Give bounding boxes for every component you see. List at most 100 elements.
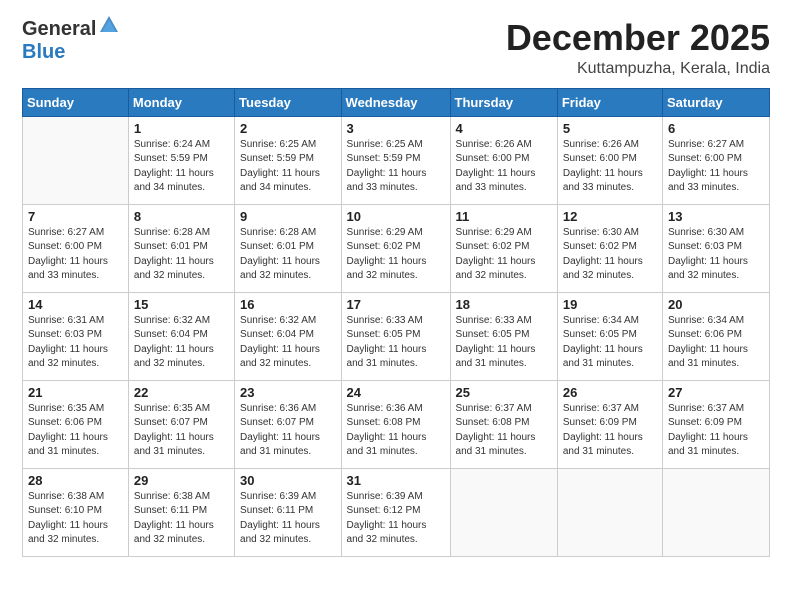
calendar-cell: 21 Sunrise: 6:35 AMSunset: 6:06 PMDayligh… bbox=[23, 380, 129, 468]
day-info: Sunrise: 6:27 AMSunset: 6:00 PMDaylight:… bbox=[668, 138, 764, 196]
logo-blue-text: Blue bbox=[22, 41, 65, 63]
calendar-cell bbox=[662, 468, 769, 556]
day-number: 22 bbox=[134, 385, 229, 400]
day-number: 25 bbox=[456, 385, 552, 400]
day-number: 1 bbox=[134, 121, 229, 136]
day-number: 15 bbox=[134, 297, 229, 312]
logo-general-text: General bbox=[22, 18, 96, 41]
calendar-cell bbox=[23, 116, 129, 204]
calendar-cell: 19 Sunrise: 6:34 AMSunset: 6:05 PMDayligh… bbox=[557, 292, 662, 380]
day-info: Sunrise: 6:35 AMSunset: 6:07 PMDaylight:… bbox=[134, 402, 229, 460]
location: Kuttampuzha, Kerala, India bbox=[506, 60, 770, 78]
calendar-cell: 28 Sunrise: 6:38 AMSunset: 6:10 PMDayligh… bbox=[23, 468, 129, 556]
day-number: 26 bbox=[563, 385, 657, 400]
weekday-header: Thursday bbox=[450, 88, 557, 116]
calendar-cell: 30 Sunrise: 6:39 AMSunset: 6:11 PMDayligh… bbox=[235, 468, 341, 556]
calendar-cell bbox=[557, 468, 662, 556]
calendar-cell: 26Sunrise: 6:37 AMSunset: 6:09 PMDayligh… bbox=[557, 380, 662, 468]
day-number: 17 bbox=[347, 297, 445, 312]
day-number: 27 bbox=[668, 385, 764, 400]
calendar-cell: 2 Sunrise: 6:25 AMSunset: 5:59 PMDaylight… bbox=[235, 116, 341, 204]
calendar-header-row: SundayMondayTuesdayWednesdayThursdayFrid… bbox=[23, 88, 770, 116]
calendar-cell bbox=[450, 468, 557, 556]
calendar-cell: 18 Sunrise: 6:33 AMSunset: 6:05 PMDayligh… bbox=[450, 292, 557, 380]
calendar-cell: 13Sunrise: 6:30 AMSunset: 6:03 PMDayligh… bbox=[662, 204, 769, 292]
day-info: Sunrise: 6:25 AMSunset: 5:59 PMDaylight:… bbox=[347, 138, 445, 196]
title-block: December 2025 Kuttampuzha, Kerala, India bbox=[506, 18, 770, 78]
day-number: 6 bbox=[668, 121, 764, 136]
day-info: Sunrise: 6:29 AMSunset: 6:02 PMDaylight:… bbox=[347, 226, 445, 284]
month-title: December 2025 bbox=[506, 18, 770, 58]
day-info: Sunrise: 6:34 AMSunset: 6:05 PMDaylight:… bbox=[563, 314, 657, 372]
day-info: Sunrise: 6:33 AMSunset: 6:05 PMDaylight:… bbox=[456, 314, 552, 372]
day-info: Sunrise: 6:38 AMSunset: 6:10 PMDaylight:… bbox=[28, 490, 123, 548]
calendar-cell: 22 Sunrise: 6:35 AMSunset: 6:07 PMDayligh… bbox=[128, 380, 234, 468]
day-number: 13 bbox=[668, 209, 764, 224]
day-number: 11 bbox=[456, 209, 552, 224]
calendar-cell: 8 Sunrise: 6:28 AMSunset: 6:01 PMDaylight… bbox=[128, 204, 234, 292]
day-number: 21 bbox=[28, 385, 123, 400]
day-number: 10 bbox=[347, 209, 445, 224]
calendar-cell: 6 Sunrise: 6:27 AMSunset: 6:00 PMDaylight… bbox=[662, 116, 769, 204]
day-info: Sunrise: 6:36 AMSunset: 6:08 PMDaylight:… bbox=[347, 402, 445, 460]
week-row: 1 Sunrise: 6:24 AMSunset: 5:59 PMDaylight… bbox=[23, 116, 770, 204]
calendar-cell: 14 Sunrise: 6:31 AMSunset: 6:03 PMDayligh… bbox=[23, 292, 129, 380]
logo-icon bbox=[98, 14, 120, 41]
day-number: 5 bbox=[563, 121, 657, 136]
calendar-cell: 29Sunrise: 6:38 AMSunset: 6:11 PMDayligh… bbox=[128, 468, 234, 556]
day-info: Sunrise: 6:28 AMSunset: 6:01 PMDaylight:… bbox=[134, 226, 229, 284]
weekday-header: Saturday bbox=[662, 88, 769, 116]
weekday-header: Tuesday bbox=[235, 88, 341, 116]
calendar-cell: 16 Sunrise: 6:32 AMSunset: 6:04 PMDayligh… bbox=[235, 292, 341, 380]
day-number: 12 bbox=[563, 209, 657, 224]
day-number: 18 bbox=[456, 297, 552, 312]
day-info: Sunrise: 6:31 AMSunset: 6:03 PMDaylight:… bbox=[28, 314, 123, 372]
day-info: Sunrise: 6:30 AMSunset: 6:02 PMDaylight:… bbox=[563, 226, 657, 284]
day-info: Sunrise: 6:33 AMSunset: 6:05 PMDaylight:… bbox=[347, 314, 445, 372]
day-number: 8 bbox=[134, 209, 229, 224]
day-info: Sunrise: 6:29 AMSunset: 6:02 PMDaylight:… bbox=[456, 226, 552, 284]
day-number: 2 bbox=[240, 121, 335, 136]
calendar-cell: 4 Sunrise: 6:26 AMSunset: 6:00 PMDaylight… bbox=[450, 116, 557, 204]
day-number: 28 bbox=[28, 473, 123, 488]
calendar-cell: 25Sunrise: 6:37 AMSunset: 6:08 PMDayligh… bbox=[450, 380, 557, 468]
day-info: Sunrise: 6:25 AMSunset: 5:59 PMDaylight:… bbox=[240, 138, 335, 196]
day-number: 31 bbox=[347, 473, 445, 488]
day-number: 29 bbox=[134, 473, 229, 488]
day-number: 3 bbox=[347, 121, 445, 136]
day-info: Sunrise: 6:37 AMSunset: 6:09 PMDaylight:… bbox=[668, 402, 764, 460]
calendar-cell: 11 Sunrise: 6:29 AMSunset: 6:02 PMDayligh… bbox=[450, 204, 557, 292]
day-info: Sunrise: 6:39 AMSunset: 6:11 PMDaylight:… bbox=[240, 490, 335, 548]
calendar-cell: 9 Sunrise: 6:28 AMSunset: 6:01 PMDaylight… bbox=[235, 204, 341, 292]
day-info: Sunrise: 6:35 AMSunset: 6:06 PMDaylight:… bbox=[28, 402, 123, 460]
header: General Blue December 2025 Kuttampuzha, … bbox=[22, 18, 770, 78]
calendar-cell: 7Sunrise: 6:27 AMSunset: 6:00 PMDaylight… bbox=[23, 204, 129, 292]
day-info: Sunrise: 6:24 AMSunset: 5:59 PMDaylight:… bbox=[134, 138, 229, 196]
weekday-header: Monday bbox=[128, 88, 234, 116]
day-number: 30 bbox=[240, 473, 335, 488]
day-number: 14 bbox=[28, 297, 123, 312]
calendar-cell: 24Sunrise: 6:36 AMSunset: 6:08 PMDayligh… bbox=[341, 380, 450, 468]
week-row: 14 Sunrise: 6:31 AMSunset: 6:03 PMDayligh… bbox=[23, 292, 770, 380]
day-number: 9 bbox=[240, 209, 335, 224]
calendar-cell: 17 Sunrise: 6:33 AMSunset: 6:05 PMDayligh… bbox=[341, 292, 450, 380]
day-number: 20 bbox=[668, 297, 764, 312]
day-number: 16 bbox=[240, 297, 335, 312]
day-info: Sunrise: 6:39 AMSunset: 6:12 PMDaylight:… bbox=[347, 490, 445, 548]
day-info: Sunrise: 6:28 AMSunset: 6:01 PMDaylight:… bbox=[240, 226, 335, 284]
calendar-cell: 1 Sunrise: 6:24 AMSunset: 5:59 PMDaylight… bbox=[128, 116, 234, 204]
day-number: 7 bbox=[28, 209, 123, 224]
day-info: Sunrise: 6:32 AMSunset: 6:04 PMDaylight:… bbox=[240, 314, 335, 372]
day-number: 19 bbox=[563, 297, 657, 312]
day-info: Sunrise: 6:32 AMSunset: 6:04 PMDaylight:… bbox=[134, 314, 229, 372]
calendar-cell: 31 Sunrise: 6:39 AMSunset: 6:12 PMDayligh… bbox=[341, 468, 450, 556]
calendar-cell: 3 Sunrise: 6:25 AMSunset: 5:59 PMDaylight… bbox=[341, 116, 450, 204]
page: General Blue December 2025 Kuttampuzha, … bbox=[0, 0, 792, 612]
calendar-cell: 20Sunrise: 6:34 AMSunset: 6:06 PMDayligh… bbox=[662, 292, 769, 380]
calendar-cell: 10 Sunrise: 6:29 AMSunset: 6:02 PMDayligh… bbox=[341, 204, 450, 292]
day-info: Sunrise: 6:26 AMSunset: 6:00 PMDaylight:… bbox=[456, 138, 552, 196]
week-row: 21 Sunrise: 6:35 AMSunset: 6:06 PMDayligh… bbox=[23, 380, 770, 468]
day-number: 4 bbox=[456, 121, 552, 136]
week-row: 7Sunrise: 6:27 AMSunset: 6:00 PMDaylight… bbox=[23, 204, 770, 292]
weekday-header: Sunday bbox=[23, 88, 129, 116]
